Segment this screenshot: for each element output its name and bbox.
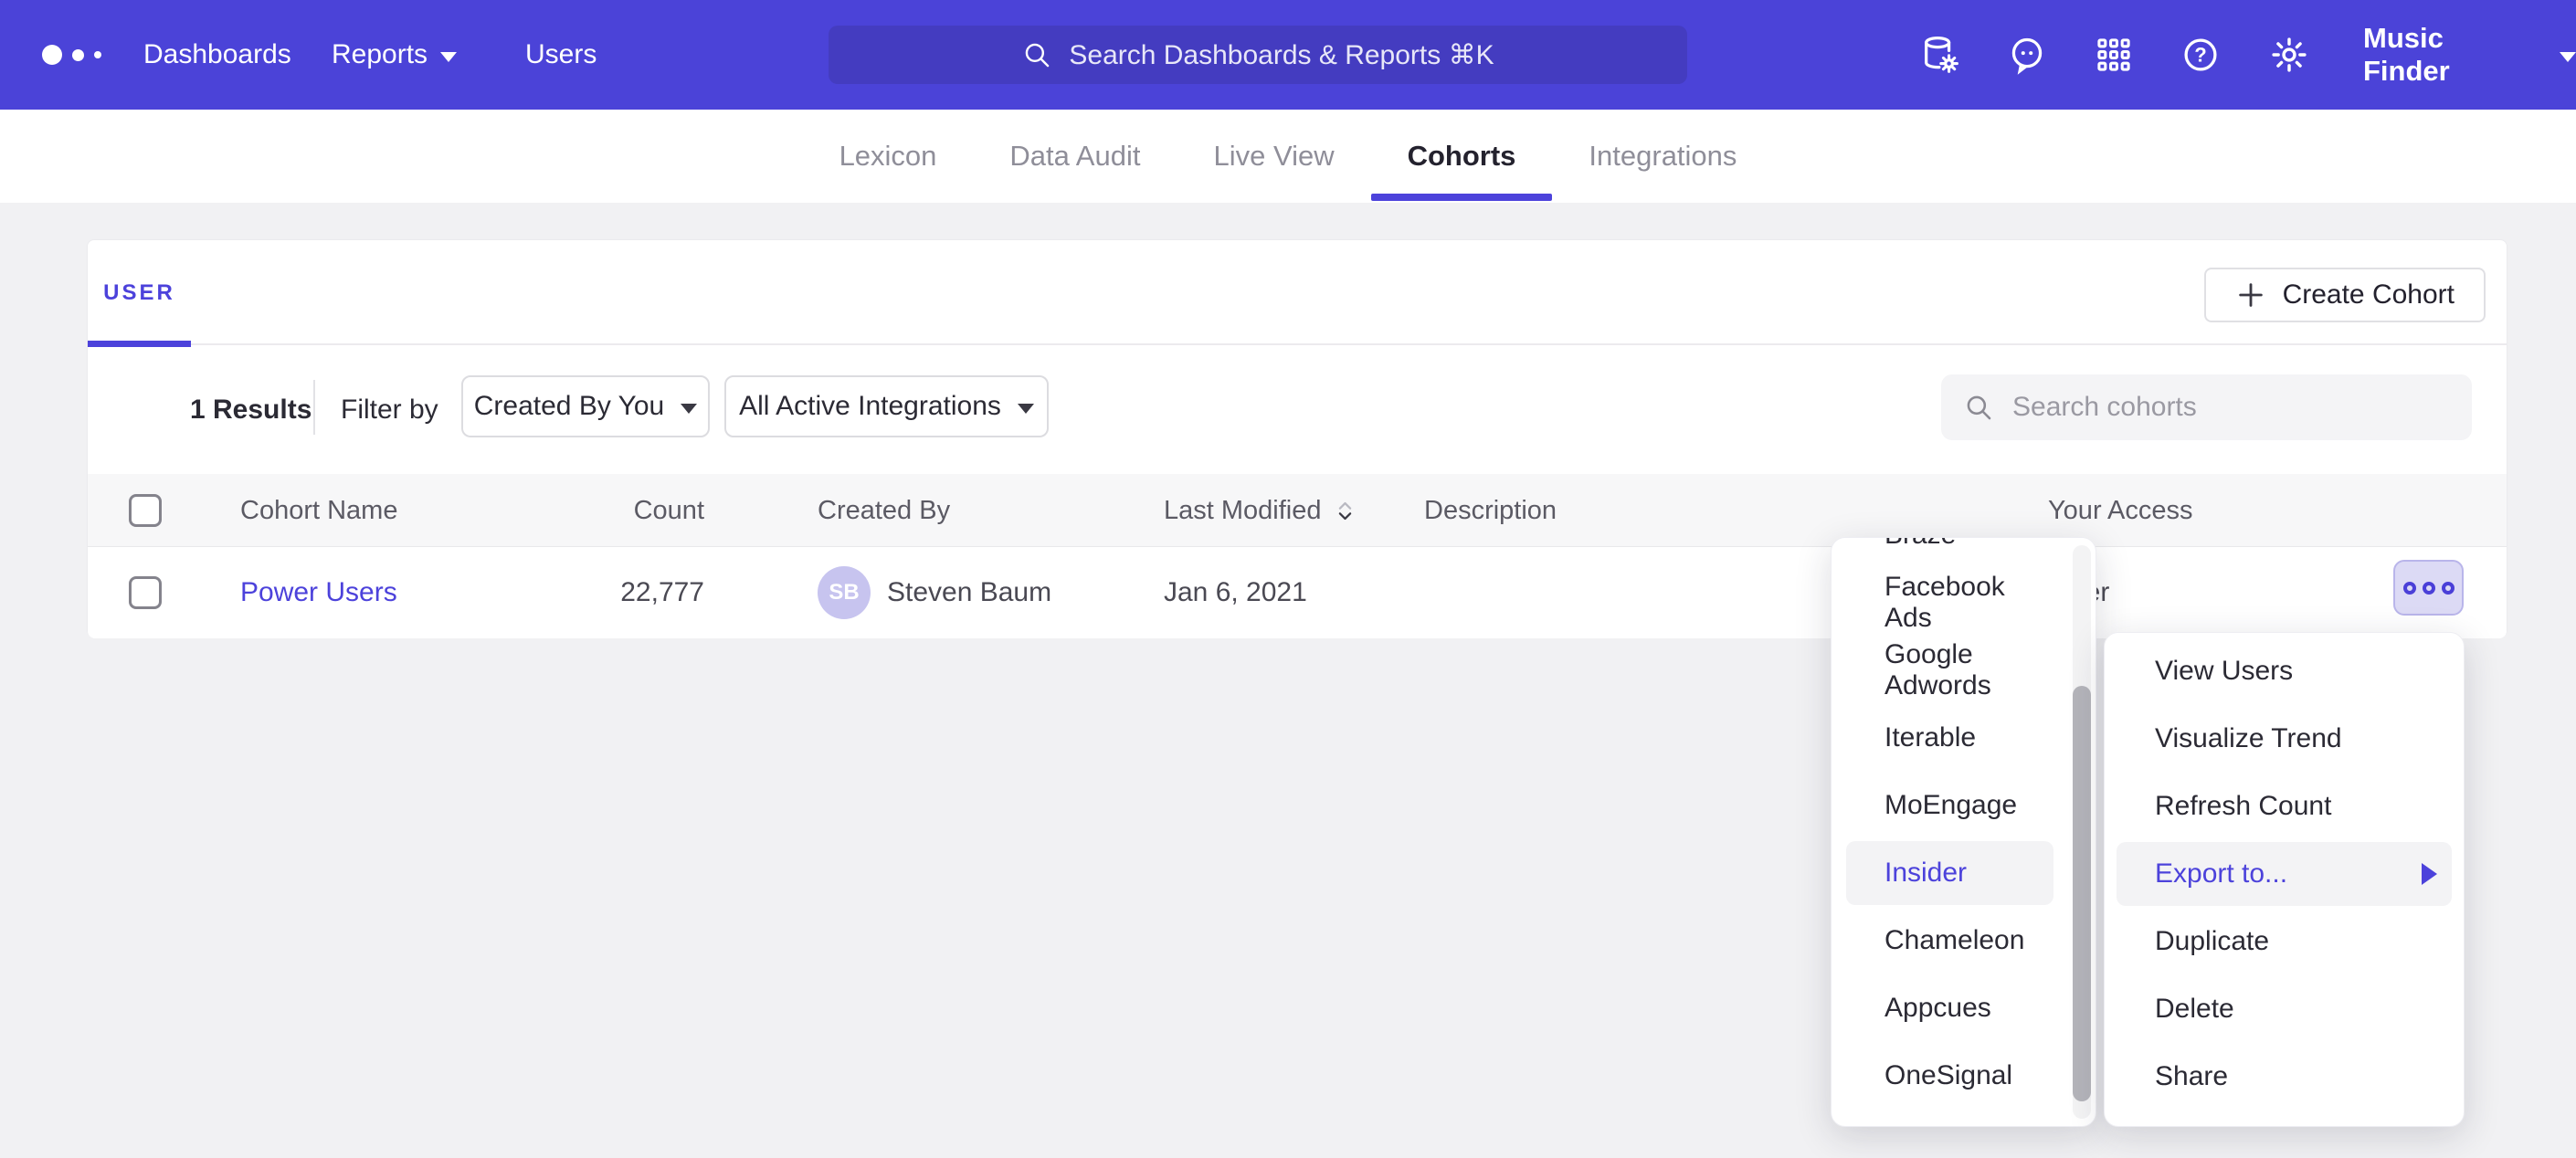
submenu-item-braze[interactable]: Braze <box>1846 537 2053 567</box>
submenu-arrow-icon <box>2422 863 2437 885</box>
settings-gear-icon[interactable] <box>2268 34 2310 76</box>
menu-item-visualize-trend[interactable]: Visualize Trend <box>2117 707 2452 771</box>
submenu-item-appcues[interactable]: Appcues <box>1846 976 2053 1040</box>
search-icon <box>1021 39 1052 70</box>
filter-toolbar: 1 Results Filter by Created By You All A… <box>88 345 2507 474</box>
export-to-submenu: Braze Facebook Ads Google Adwords Iterab… <box>1831 537 2096 1127</box>
cohort-count-cell: 22,777 <box>581 547 704 638</box>
created-by-cell: Steven Baum <box>887 547 1051 638</box>
column-header-your-access: Your Access <box>2048 474 2193 547</box>
cohort-table-row: Power Users 22,777 SB Steven Baum Jan 6,… <box>88 547 2507 638</box>
column-header-last-modified[interactable]: Last Modified <box>1164 474 1357 547</box>
nav-users[interactable]: Users <box>525 0 596 110</box>
submenu-item-chameleon[interactable]: Chameleon <box>1846 909 2053 973</box>
tab-live-view[interactable]: Live View <box>1177 110 1370 203</box>
submenu-item-facebook-ads[interactable]: Facebook Ads <box>1846 571 2053 635</box>
section-tabs: Lexicon Data Audit Live View Cohorts Int… <box>0 110 2576 203</box>
tab-lexicon-label: Lexicon <box>839 140 937 173</box>
submenu-scrollbar-thumb[interactable] <box>2073 686 2091 1101</box>
chevron-down-icon <box>1018 404 1034 414</box>
global-search-placeholder: Search Dashboards & Reports ⌘K <box>1069 39 1494 71</box>
menu-item-view-users[interactable]: View Users <box>2117 639 2452 703</box>
cohort-type-tabs: USER Create Cohort <box>88 240 2507 345</box>
search-icon <box>1963 392 1994 423</box>
svg-text:?: ? <box>2194 44 2206 67</box>
kebab-dots-icon <box>2403 582 2416 595</box>
nav-reports[interactable]: Reports <box>332 0 457 110</box>
column-header-count: Count <box>581 474 704 547</box>
last-modified-cell: Jan 6, 2021 <box>1164 547 1307 638</box>
filter-by-label: Filter by <box>341 395 438 426</box>
tab-cohorts[interactable]: Cohorts <box>1371 110 1553 203</box>
tab-integrations[interactable]: Integrations <box>1552 110 1773 203</box>
integrations-filter-label: All Active Integrations <box>739 391 1001 422</box>
submenu-scrollbar-track <box>2073 545 2091 1119</box>
submenu-item-moengage[interactable]: MoEngage <box>1846 774 2053 837</box>
project-name: Music Finder <box>2363 22 2536 88</box>
created-by-filter-label: Created By You <box>474 391 665 422</box>
tab-data-audit[interactable]: Data Audit <box>973 110 1177 203</box>
sort-icon <box>1333 499 1357 523</box>
tab-integrations-label: Integrations <box>1589 140 1737 173</box>
row-actions-kebab-button[interactable] <box>2393 560 2464 616</box>
menu-item-share[interactable]: Share <box>2117 1045 2452 1109</box>
plus-icon <box>2235 279 2266 311</box>
create-cohort-label: Create Cohort <box>2283 279 2455 311</box>
tab-data-audit-label: Data Audit <box>1009 140 1140 173</box>
tab-user-cohorts[interactable]: USER <box>88 240 191 345</box>
tab-live-view-label: Live View <box>1213 140 1334 173</box>
help-icon[interactable]: ? <box>2180 34 2222 76</box>
chevron-down-icon <box>2560 52 2576 62</box>
tab-cohorts-label: Cohorts <box>1408 140 1516 173</box>
avatar: SB <box>818 566 871 619</box>
project-switcher[interactable]: Music Finder <box>2363 0 2576 110</box>
mixpanel-logo-icon <box>42 45 101 65</box>
submenu-item-google-adwords[interactable]: Google Adwords <box>1846 638 2053 702</box>
submenu-item-iterable[interactable]: Iterable <box>1846 706 2053 770</box>
cohort-name-link[interactable]: Power Users <box>240 577 397 608</box>
divider <box>313 380 315 435</box>
data-management-icon[interactable] <box>1919 34 1961 76</box>
top-navbar: Dashboards Reports Users Search Dashboar… <box>0 0 2576 110</box>
feedback-icon[interactable] <box>2006 34 2048 76</box>
row-context-menu: View Users Visualize Trend Refresh Count… <box>2104 632 2465 1127</box>
integrations-filter-dropdown[interactable]: All Active Integrations <box>724 375 1049 437</box>
select-all-checkbox[interactable] <box>129 494 162 527</box>
cohort-search-box <box>1941 374 2472 440</box>
nav-dashboards[interactable]: Dashboards <box>143 0 291 110</box>
table-header-row: Cohort Name Count Created By Last Modifi… <box>88 474 2507 547</box>
tab-lexicon[interactable]: Lexicon <box>803 110 974 203</box>
nav-users-label: Users <box>525 39 596 70</box>
column-header-cohort-name: Cohort Name <box>240 474 397 547</box>
tab-user-cohorts-label: USER <box>103 280 175 306</box>
cohort-search-input[interactable] <box>2012 392 2450 423</box>
cohorts-card: USER Create Cohort 1 Results Filter by C… <box>87 239 2507 637</box>
column-header-created-by: Created By <box>818 474 950 547</box>
nav-dashboards-label: Dashboards <box>143 39 291 70</box>
chevron-down-icon <box>681 404 697 414</box>
menu-item-delete[interactable]: Delete <box>2117 977 2452 1041</box>
export-to-submenu-list: Braze Facebook Ads Google Adwords Iterab… <box>1832 537 2096 1111</box>
results-count: 1 Results <box>190 395 311 426</box>
submenu-item-onesignal[interactable]: OneSignal <box>1846 1044 2053 1108</box>
global-search-bar[interactable]: Search Dashboards & Reports ⌘K <box>829 26 1687 84</box>
nav-reports-label: Reports <box>332 39 428 70</box>
menu-item-export-to[interactable]: Export to... <box>2117 842 2452 906</box>
submenu-item-insider[interactable]: Insider <box>1846 841 2053 905</box>
created-by-filter-dropdown[interactable]: Created By You <box>461 375 710 437</box>
apps-grid-icon[interactable] <box>2093 34 2135 76</box>
menu-item-duplicate[interactable]: Duplicate <box>2117 910 2452 974</box>
menu-item-refresh-count[interactable]: Refresh Count <box>2117 774 2452 838</box>
chevron-down-icon <box>440 52 457 62</box>
row-checkbox[interactable] <box>129 576 162 609</box>
create-cohort-button[interactable]: Create Cohort <box>2204 268 2486 322</box>
column-header-description: Description <box>1424 474 1557 547</box>
